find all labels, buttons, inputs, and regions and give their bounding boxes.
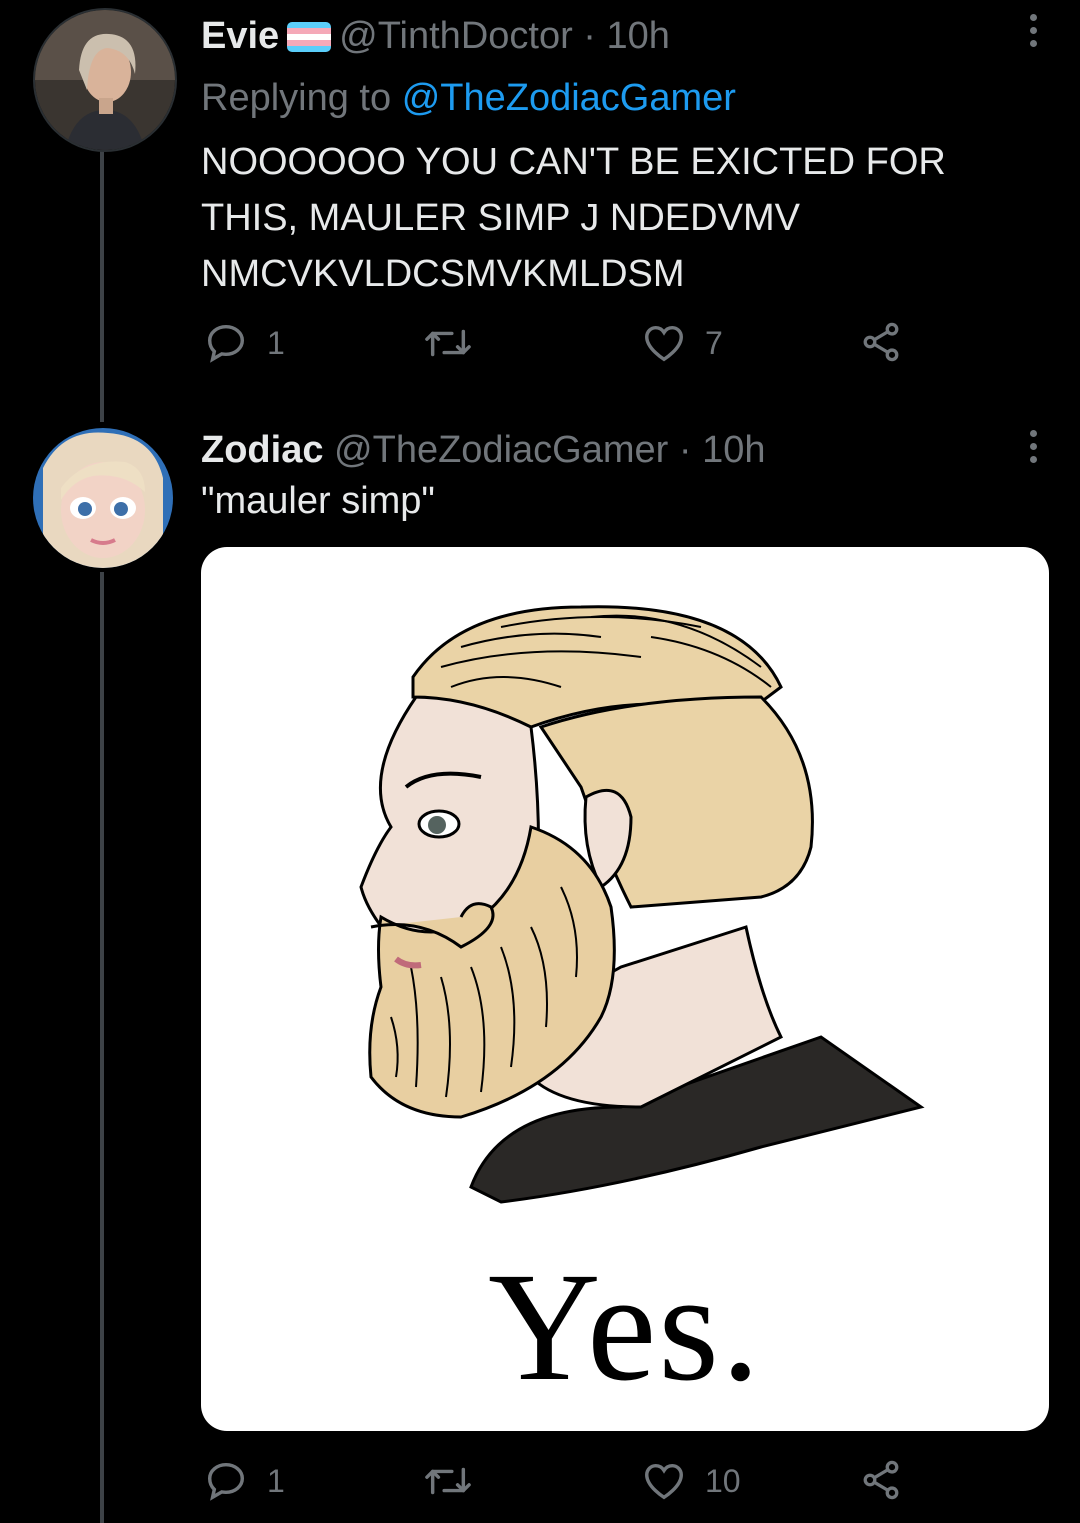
trans-flag-icon [287,18,332,62]
handle[interactable]: @TinthDoctor [339,15,573,57]
tweet-header: Zodiac @TheZodiacGamer · 10h [201,429,766,471]
tweet-evie: Evie @TinthDoctor · 10h Replying to @TheZ… [201,14,1050,302]
handle[interactable]: @TheZodiacGamer [334,429,668,471]
share-button[interactable] [859,320,903,364]
display-name[interactable]: Evie [201,15,279,57]
replying-prefix: Replying to [201,77,392,119]
media-caption: Yes. [488,1240,762,1413]
like-icon [645,1463,683,1500]
reply-icon [207,324,245,363]
reply-count: 1 [267,1462,285,1499]
thread-line-bottom [100,572,104,1523]
share-icon [863,1460,899,1500]
retweet-icon [425,329,471,357]
share-icon [863,322,899,362]
reply-button[interactable]: 1 [203,320,285,366]
like-button[interactable]: 7 [641,320,723,366]
share-button[interactable] [859,1458,903,1502]
reply-icon [207,1462,245,1501]
replying-to: Replying to @TheZodiacGamer [201,76,1050,120]
thread-line-top [100,150,104,422]
replying-to-link[interactable]: @TheZodiacGamer [402,77,736,119]
like-count: 10 [705,1462,741,1499]
tweet-header: Evie @TinthDoctor · 10h [201,14,1050,62]
timestamp[interactable]: 10h [702,429,765,471]
reply-button[interactable]: 1 [203,1458,285,1504]
retweet-icon [425,1467,471,1495]
like-button[interactable]: 10 [641,1458,741,1504]
display-name[interactable]: Zodiac [201,429,323,471]
timestamp[interactable]: 10h [607,15,670,57]
like-count: 7 [705,324,723,361]
retweet-button[interactable] [423,320,491,366]
tweet-actions: 1 10 [201,1458,901,1508]
tweet-text: NOOOOOO YOU CAN'T BE EXICTED FOR THIS, M… [201,141,946,295]
tweet-text: "mauler simp" [201,480,435,522]
avatar-zodiac[interactable] [33,428,173,568]
like-icon [645,325,683,362]
retweet-button[interactable] [423,1458,491,1504]
reply-count: 1 [267,324,285,361]
tweet-zodiac: Zodiac @TheZodiacGamer · 10h "mauler sim… [201,428,1050,526]
tweet-media-image[interactable]: Yes. [201,547,1049,1431]
avatar-evie[interactable] [33,8,177,152]
tweet-actions: 1 7 [201,320,901,370]
